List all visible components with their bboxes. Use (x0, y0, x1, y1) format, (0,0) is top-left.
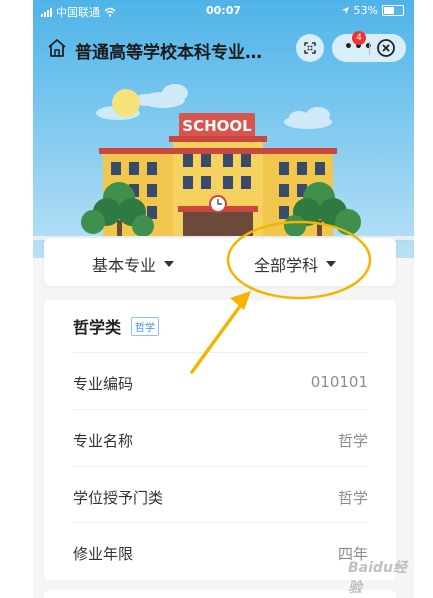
hero-banner: 中国联通 00:07 53% 普通高等学校本科专业… ••• 4 SCHOOL (33, 0, 414, 258)
page-title: 普通高等学校本科专业… (75, 43, 262, 63)
category-header: 哲学类 哲学 (73, 314, 160, 338)
cloud-icon (284, 107, 332, 129)
nav-bar: 普通高等学校本科专业… ••• 4 (33, 30, 414, 66)
row-label: 学位授予门类 (73, 489, 164, 507)
next-card (44, 590, 396, 598)
status-bar: 中国联通 00:07 53% (33, 0, 414, 22)
row-value: 010101 (310, 373, 368, 391)
info-row: 修业年限 四年 (73, 522, 368, 579)
sun-icon (112, 89, 140, 117)
category-title: 哲学类 (73, 318, 122, 337)
battery-icon (382, 5, 404, 16)
cloud-icon (134, 84, 188, 108)
clock-icon (209, 195, 227, 213)
info-row: 专业编码 010101 (73, 352, 368, 409)
capsule-divider (369, 41, 370, 55)
row-value: 哲学 (337, 489, 368, 507)
info-row: 学位授予门类 哲学 (73, 466, 368, 523)
caret-down-icon (164, 261, 175, 267)
tab-basic-major[interactable]: 基本专业 (92, 252, 175, 276)
filter-tabs: 基本专业 全部学科 (44, 238, 396, 286)
mini-program-capsule: ••• 4 (332, 31, 406, 62)
location-arrow-icon (341, 6, 349, 15)
caret-down-icon (326, 261, 337, 267)
school-sign: SCHOOL (182, 117, 252, 135)
row-label: 修业年限 (73, 545, 134, 563)
close-icon[interactable] (375, 37, 397, 59)
school-illustration: SCHOOL (33, 84, 414, 240)
major-info-card: 哲学类 哲学 专业编码 010101 专业名称 哲学 学位授予门类 哲学 修业年… (44, 300, 396, 580)
row-label: 专业编码 (73, 375, 134, 393)
category-tag: 哲学 (131, 316, 160, 336)
row-label: 专业名称 (73, 432, 134, 450)
info-row: 专业名称 哲学 (73, 409, 368, 466)
tab-label: 全部学科 (254, 256, 319, 275)
tab-label: 基本专业 (92, 256, 157, 275)
notification-badge: 4 (352, 31, 366, 45)
tab-all-disciplines[interactable]: 全部学科 (254, 252, 337, 276)
watermark: Baidu经验 (348, 560, 407, 596)
home-icon[interactable] (45, 36, 69, 60)
status-right: 53% (341, 4, 404, 17)
row-value: 哲学 (337, 432, 368, 450)
scan-icon (304, 42, 316, 54)
phone-screen: 中国联通 00:07 53% 普通高等学校本科专业… ••• 4 SCHOOL … (33, 0, 414, 598)
scan-button[interactable] (296, 34, 324, 62)
battery-percent: 53% (353, 4, 378, 17)
